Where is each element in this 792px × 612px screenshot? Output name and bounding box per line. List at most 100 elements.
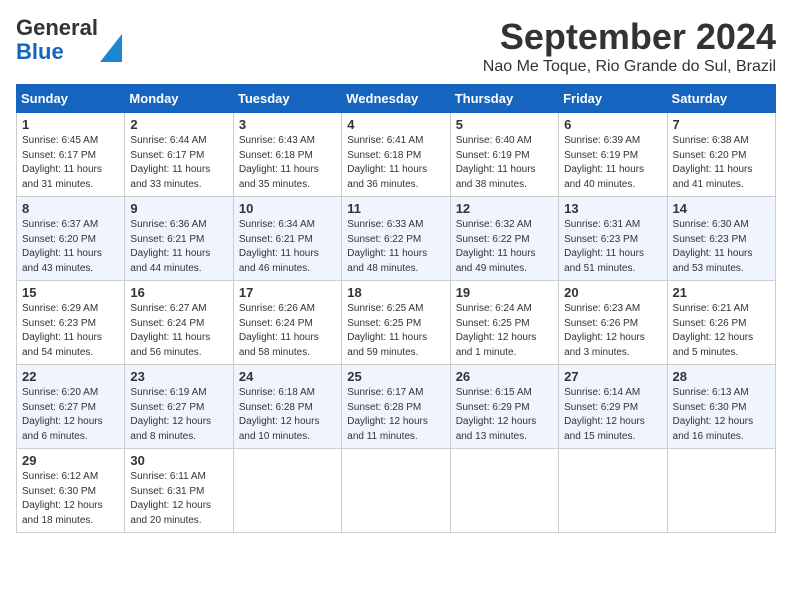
logo-text: GeneralBlue <box>16 16 98 64</box>
calendar-cell: 16 Sunrise: 6:27 AM Sunset: 6:24 PM Dayli… <box>125 281 233 365</box>
day-number: 30 <box>130 453 227 468</box>
day-number: 6 <box>564 117 661 132</box>
day-number: 2 <box>130 117 227 132</box>
calendar-cell: 20 Sunrise: 6:23 AM Sunset: 6:26 PM Dayli… <box>559 281 667 365</box>
weekday-header-wednesday: Wednesday <box>342 85 450 113</box>
day-number: 16 <box>130 285 227 300</box>
day-info: Sunrise: 6:41 AM Sunset: 6:18 PM Dayligh… <box>347 134 444 192</box>
day-number: 1 <box>22 117 119 132</box>
calendar-cell: 6 Sunrise: 6:39 AM Sunset: 6:19 PM Daylig… <box>559 113 667 197</box>
day-number: 14 <box>673 201 770 216</box>
logo-triangle-icon <box>100 34 122 62</box>
calendar-table: SundayMondayTuesdayWednesdayThursdayFrid… <box>16 84 776 533</box>
day-info: Sunrise: 6:34 AM Sunset: 6:21 PM Dayligh… <box>239 218 336 276</box>
day-number: 21 <box>673 285 770 300</box>
weekday-header-sunday: Sunday <box>17 85 125 113</box>
calendar-cell: 1Sunrise: 6:45 AM Sunset: 6:17 PM Daylig… <box>17 113 125 197</box>
day-info: Sunrise: 6:25 AM Sunset: 6:25 PM Dayligh… <box>347 302 444 360</box>
calendar-cell: 2Sunrise: 6:44 AM Sunset: 6:17 PM Daylig… <box>125 113 233 197</box>
day-number: 29 <box>22 453 119 468</box>
calendar-cell <box>450 449 558 533</box>
day-info: Sunrise: 6:33 AM Sunset: 6:22 PM Dayligh… <box>347 218 444 276</box>
day-number: 23 <box>130 369 227 384</box>
calendar-cell: 22 Sunrise: 6:20 AM Sunset: 6:27 PM Dayli… <box>17 365 125 449</box>
weekday-header-monday: Monday <box>125 85 233 113</box>
day-info: Sunrise: 6:32 AM Sunset: 6:22 PM Dayligh… <box>456 218 553 276</box>
calendar-cell: 8Sunrise: 6:37 AM Sunset: 6:20 PM Daylig… <box>17 197 125 281</box>
calendar-cell: 14Sunrise: 6:30 AM Sunset: 6:23 PM Dayli… <box>667 197 775 281</box>
day-info: Sunrise: 6:36 AM Sunset: 6:21 PM Dayligh… <box>130 218 227 276</box>
calendar-week-row: 15 Sunrise: 6:29 AM Sunset: 6:23 PM Dayli… <box>17 281 776 365</box>
calendar-week-row: 29 Sunrise: 6:12 AM Sunset: 6:30 PM Dayli… <box>17 449 776 533</box>
calendar-body: 1Sunrise: 6:45 AM Sunset: 6:17 PM Daylig… <box>17 113 776 533</box>
day-number: 4 <box>347 117 444 132</box>
day-info: Sunrise: 6:24 AM Sunset: 6:25 PM Dayligh… <box>456 302 553 360</box>
calendar-cell: 13 Sunrise: 6:31 AM Sunset: 6:23 PM Dayli… <box>559 197 667 281</box>
header: GeneralBlue September 2024 Nao Me Toque,… <box>16 16 776 76</box>
weekday-header-friday: Friday <box>559 85 667 113</box>
day-number: 11 <box>347 201 444 216</box>
day-info: Sunrise: 6:29 AM Sunset: 6:23 PM Dayligh… <box>22 302 119 360</box>
calendar-cell: 26 Sunrise: 6:15 AM Sunset: 6:29 PM Dayli… <box>450 365 558 449</box>
calendar-cell: 18 Sunrise: 6:25 AM Sunset: 6:25 PM Dayli… <box>342 281 450 365</box>
title-area: September 2024 Nao Me Toque, Rio Grande … <box>483 16 776 76</box>
day-info: Sunrise: 6:27 AM Sunset: 6:24 PM Dayligh… <box>130 302 227 360</box>
day-number: 7 <box>673 117 770 132</box>
day-info: Sunrise: 6:20 AM Sunset: 6:27 PM Dayligh… <box>22 386 119 444</box>
day-info: Sunrise: 6:15 AM Sunset: 6:29 PM Dayligh… <box>456 386 553 444</box>
day-info: Sunrise: 6:19 AM Sunset: 6:27 PM Dayligh… <box>130 386 227 444</box>
day-number: 26 <box>456 369 553 384</box>
day-info: Sunrise: 6:18 AM Sunset: 6:28 PM Dayligh… <box>239 386 336 444</box>
calendar-week-row: 22 Sunrise: 6:20 AM Sunset: 6:27 PM Dayli… <box>17 365 776 449</box>
day-number: 5 <box>456 117 553 132</box>
day-info: Sunrise: 6:26 AM Sunset: 6:24 PM Dayligh… <box>239 302 336 360</box>
calendar-cell: 24Sunrise: 6:18 AM Sunset: 6:28 PM Dayli… <box>233 365 341 449</box>
calendar-cell: 19 Sunrise: 6:24 AM Sunset: 6:25 PM Dayli… <box>450 281 558 365</box>
day-info: Sunrise: 6:43 AM Sunset: 6:18 PM Dayligh… <box>239 134 336 192</box>
calendar-cell: 25 Sunrise: 6:17 AM Sunset: 6:28 PM Dayli… <box>342 365 450 449</box>
calendar-cell: 9Sunrise: 6:36 AM Sunset: 6:21 PM Daylig… <box>125 197 233 281</box>
weekday-header-row: SundayMondayTuesdayWednesdayThursdayFrid… <box>17 85 776 113</box>
day-number: 13 <box>564 201 661 216</box>
calendar-cell: 15 Sunrise: 6:29 AM Sunset: 6:23 PM Dayli… <box>17 281 125 365</box>
weekday-header-tuesday: Tuesday <box>233 85 341 113</box>
day-number: 28 <box>673 369 770 384</box>
day-info: Sunrise: 6:11 AM Sunset: 6:31 PM Dayligh… <box>130 470 227 528</box>
calendar-cell: 29 Sunrise: 6:12 AM Sunset: 6:30 PM Dayli… <box>17 449 125 533</box>
day-number: 8 <box>22 201 119 216</box>
day-number: 20 <box>564 285 661 300</box>
day-info: Sunrise: 6:23 AM Sunset: 6:26 PM Dayligh… <box>564 302 661 360</box>
day-number: 25 <box>347 369 444 384</box>
day-number: 15 <box>22 285 119 300</box>
calendar-cell: 4 Sunrise: 6:41 AM Sunset: 6:18 PM Daylig… <box>342 113 450 197</box>
calendar-cell: 12Sunrise: 6:32 AM Sunset: 6:22 PM Dayli… <box>450 197 558 281</box>
day-info: Sunrise: 6:14 AM Sunset: 6:29 PM Dayligh… <box>564 386 661 444</box>
day-info: Sunrise: 6:17 AM Sunset: 6:28 PM Dayligh… <box>347 386 444 444</box>
day-number: 19 <box>456 285 553 300</box>
calendar-cell <box>233 449 341 533</box>
calendar-cell <box>559 449 667 533</box>
day-info: Sunrise: 6:38 AM Sunset: 6:20 PM Dayligh… <box>673 134 770 192</box>
weekday-header-saturday: Saturday <box>667 85 775 113</box>
day-info: Sunrise: 6:39 AM Sunset: 6:19 PM Dayligh… <box>564 134 661 192</box>
day-info: Sunrise: 6:13 AM Sunset: 6:30 PM Dayligh… <box>673 386 770 444</box>
calendar-cell <box>667 449 775 533</box>
month-title: September 2024 <box>483 16 776 58</box>
calendar-week-row: 8Sunrise: 6:37 AM Sunset: 6:20 PM Daylig… <box>17 197 776 281</box>
calendar-cell: 10Sunrise: 6:34 AM Sunset: 6:21 PM Dayli… <box>233 197 341 281</box>
logo: GeneralBlue <box>16 16 122 64</box>
calendar-cell: 5Sunrise: 6:40 AM Sunset: 6:19 PM Daylig… <box>450 113 558 197</box>
calendar-cell: 21Sunrise: 6:21 AM Sunset: 6:26 PM Dayli… <box>667 281 775 365</box>
day-number: 18 <box>347 285 444 300</box>
calendar-cell: 3 Sunrise: 6:43 AM Sunset: 6:18 PM Daylig… <box>233 113 341 197</box>
location-subtitle: Nao Me Toque, Rio Grande do Sul, Brazil <box>483 58 776 76</box>
day-info: Sunrise: 6:31 AM Sunset: 6:23 PM Dayligh… <box>564 218 661 276</box>
day-number: 22 <box>22 369 119 384</box>
day-info: Sunrise: 6:12 AM Sunset: 6:30 PM Dayligh… <box>22 470 119 528</box>
calendar-cell <box>342 449 450 533</box>
day-number: 3 <box>239 117 336 132</box>
calendar-header: SundayMondayTuesdayWednesdayThursdayFrid… <box>17 85 776 113</box>
calendar-cell: 27Sunrise: 6:14 AM Sunset: 6:29 PM Dayli… <box>559 365 667 449</box>
day-number: 17 <box>239 285 336 300</box>
calendar-cell: 28 Sunrise: 6:13 AM Sunset: 6:30 PM Dayli… <box>667 365 775 449</box>
